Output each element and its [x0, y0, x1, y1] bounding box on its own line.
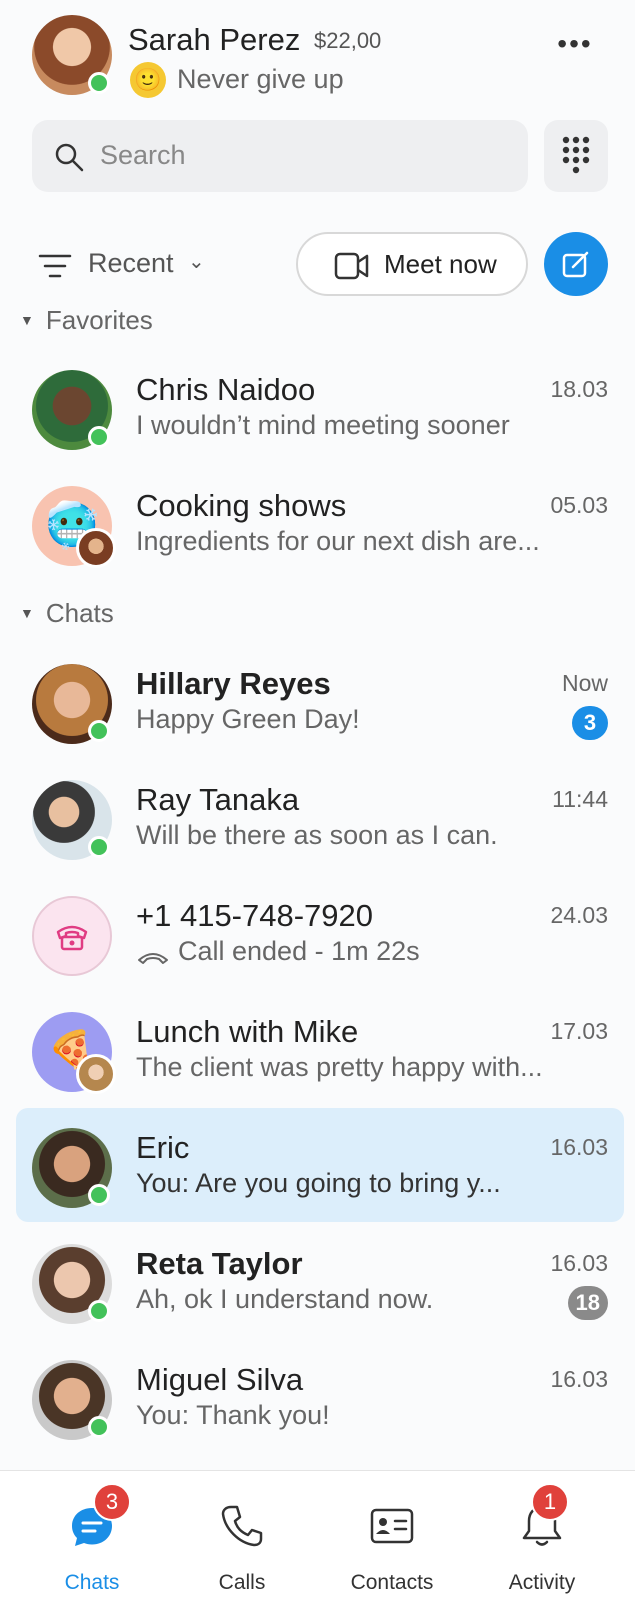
chat-row[interactable]: Miguel Silva You: Thank you! 16.03 [16, 1340, 624, 1470]
chat-name: Miguel Silva [136, 1362, 304, 1397]
presence-online-icon [88, 1300, 110, 1322]
chat-preview: Will be there as soon as I can. [136, 820, 498, 850]
collapse-triangle-icon: ▼ [20, 605, 34, 621]
video-camera-icon [334, 252, 369, 280]
activity-unread-badge: 1 [531, 1483, 569, 1521]
chat-name: Reta Taylor [136, 1246, 303, 1281]
search-input[interactable]: Search [32, 120, 528, 192]
tab-chats[interactable]: 3 Chats [17, 1471, 167, 1621]
chat-time: 05.03 [550, 492, 608, 518]
chat-row-favorite[interactable]: Chris Naidoo I wouldn’t mind meeting soo… [16, 350, 624, 464]
dialpad-icon [562, 136, 590, 174]
chat-name: Eric [136, 1130, 190, 1165]
call-ended-icon [138, 953, 168, 964]
chat-name: Lunch with Mike [136, 1014, 359, 1049]
presence-online-icon [88, 1416, 110, 1438]
chat-time: 24.03 [550, 902, 608, 928]
dialpad-button[interactable] [544, 120, 608, 192]
chat-time: 17.03 [550, 1018, 608, 1044]
member-avatar [76, 1054, 116, 1094]
profile-name[interactable]: Sarah Perez [128, 22, 300, 58]
chat-preview: Ah, ok I understand now. [136, 1284, 434, 1314]
chat-name: Chris Naidoo [136, 372, 316, 407]
contact-card-icon [370, 1508, 414, 1544]
meet-now-button[interactable]: Meet now [296, 232, 528, 296]
unread-badge: 3 [572, 706, 608, 740]
chat-name: +1 415-748-7920 [136, 898, 374, 933]
phone-icon [221, 1505, 263, 1547]
tab-calls[interactable]: Calls [167, 1471, 317, 1621]
chat-time: 16.03 [550, 1134, 608, 1160]
presence-online-icon [88, 720, 110, 742]
profile-header: Sarah Perez $22,00 🙂 Never give up ••• [0, 0, 635, 110]
chat-row[interactable]: +1 415-748-7920 Call ended - 1m 22s 24.0… [16, 876, 624, 990]
tab-label: Activity [508, 1571, 576, 1594]
section-chats[interactable]: ▼ Chats [20, 598, 114, 629]
bottom-navigation: 3 Chats Calls Contacts 1 Activity [0, 1470, 635, 1624]
chat-preview: You: Are you going to bring y... [136, 1168, 501, 1198]
chats-unread-badge: 3 [93, 1483, 131, 1521]
tab-label: Contacts [350, 1571, 434, 1594]
chat-preview: Call ended - 1m 22s [178, 936, 420, 966]
section-favorites[interactable]: ▼ Favorites [20, 305, 153, 336]
phone-icon [56, 925, 88, 951]
profile-credit[interactable]: $22,00 [314, 28, 381, 54]
tab-label: Chats [64, 1571, 120, 1594]
avatar [32, 896, 112, 976]
tab-label: Calls [218, 1571, 266, 1594]
chat-row-selected[interactable]: Eric You: Are you going to bring y... 16… [16, 1108, 624, 1222]
chat-row-favorite[interactable]: 🥶 Cooking shows Ingredients for our next… [16, 466, 624, 580]
chat-time: 16.03 [550, 1250, 608, 1276]
search-icon [55, 143, 84, 172]
meet-now-label: Meet now [384, 249, 497, 279]
unread-badge: 18 [567, 1286, 608, 1320]
chat-time: 16.03 [550, 1366, 608, 1392]
chat-row[interactable]: Ray Tanaka Will be there as soon as I ca… [16, 760, 624, 874]
member-avatar [76, 528, 116, 568]
chat-row[interactable]: 🍕 Lunch with Mike The client was pretty … [16, 992, 624, 1106]
new-chat-button[interactable] [544, 232, 608, 296]
chat-name: Cooking shows [136, 488, 347, 523]
chat-row[interactable]: Hillary Reyes Happy Green Day! Now 3 [16, 644, 624, 758]
filter-icon [38, 254, 72, 278]
chat-name: Ray Tanaka [136, 782, 300, 817]
chat-preview: I wouldn’t mind meeting sooner [136, 410, 510, 440]
presence-online-icon [88, 836, 110, 858]
presence-online-icon [88, 72, 110, 94]
compose-icon [562, 251, 589, 278]
search-placeholder: Search [100, 140, 186, 170]
chevron-down-icon: ⌄ [188, 251, 205, 273]
section-label: Favorites [45, 305, 153, 335]
chat-preview: You: Thank you! [136, 1400, 330, 1430]
chat-preview: Happy Green Day! [136, 704, 360, 734]
chat-preview: The client was pretty happy with... [136, 1052, 543, 1082]
chat-name: Hillary Reyes [136, 666, 331, 701]
section-label: Chats [45, 598, 114, 628]
collapse-triangle-icon: ▼ [20, 312, 34, 328]
chat-time: Now [561, 670, 608, 696]
tab-contacts[interactable]: Contacts [317, 1471, 467, 1621]
tab-activity[interactable]: 1 Activity [467, 1471, 617, 1621]
presence-online-icon [88, 426, 110, 448]
chat-row[interactable]: Reta Taylor Ah, ok I understand now. 16.… [16, 1224, 624, 1338]
chat-preview: Ingredients for our next dish are... [136, 526, 540, 556]
chat-time: 18.03 [550, 376, 608, 402]
chat-time: 11:44 [552, 786, 608, 812]
mood-emoji-icon: 🙂 [130, 62, 166, 98]
more-options-button[interactable]: ••• [548, 30, 602, 72]
presence-online-icon [88, 1184, 110, 1206]
mood-message[interactable]: Never give up [177, 64, 344, 95]
filter-label: Recent [88, 248, 174, 278]
